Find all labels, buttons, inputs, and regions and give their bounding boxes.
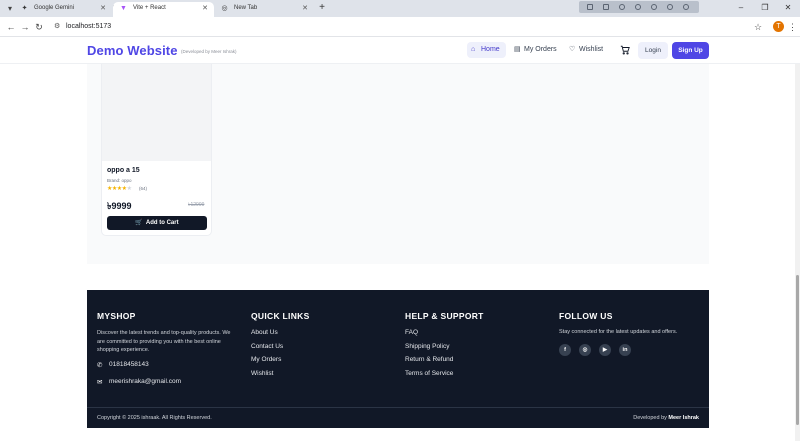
- tab-title: New Tab: [234, 5, 258, 11]
- footer-follow-heading: FOLLOW US: [559, 311, 613, 321]
- footer-link-terms[interactable]: Terms of Service: [405, 370, 453, 377]
- nav-orders-label: My Orders: [524, 46, 557, 53]
- nav-wishlist-label: Wishlist: [579, 46, 604, 53]
- developer-name: Meer Ishrak: [668, 415, 699, 421]
- add-to-cart-button[interactable]: 🛒 Add to Cart: [107, 216, 207, 230]
- heart-icon: ♡: [569, 46, 576, 53]
- envelope-icon: ✉: [97, 379, 103, 386]
- footer-phone-text: 01818458143: [109, 361, 149, 368]
- profile-avatar[interactable]: T: [773, 21, 784, 32]
- new-tab-button[interactable]: +: [316, 2, 328, 14]
- product-image[interactable]: [102, 64, 211, 161]
- toolbar-icon[interactable]: [635, 4, 641, 10]
- tab-vite-react[interactable]: ▼ Vite + React ✕: [113, 2, 214, 17]
- nav-my-orders[interactable]: ▤ My Orders: [510, 42, 560, 58]
- browser-menu-icon[interactable]: ⋮: [788, 20, 797, 34]
- tab-new-tab[interactable]: ◎ New Tab ✕: [214, 2, 314, 17]
- vite-icon: ▼: [120, 5, 127, 12]
- footer-developed-by: Developed by Meer Ishrak: [633, 415, 699, 421]
- browser-tab-bar: ▾ ✦ Google Gemini ✕ ▼ Vite + React ✕ ◎ N…: [0, 0, 800, 17]
- footer-email: ✉ meerishraka@gmail.com: [97, 378, 181, 386]
- browser-address-bar: ← → ↻ ⚙ localhost:5173 ☆ T ⋮: [0, 17, 800, 37]
- nav-home-label: Home: [481, 46, 500, 53]
- globe-icon: ◎: [221, 5, 228, 12]
- login-button[interactable]: Login: [638, 42, 668, 59]
- add-to-cart-label: Add to Cart: [145, 220, 179, 226]
- site-footer: MYSHOP Discover the latest trends and to…: [87, 290, 709, 428]
- gemini-icon: ✦: [21, 5, 28, 12]
- nav-home[interactable]: ⌂ Home: [467, 42, 506, 58]
- footer-link-shipping[interactable]: Shipping Policy: [405, 343, 449, 350]
- product-title[interactable]: oppo a 15: [107, 167, 140, 174]
- site-logo[interactable]: Demo Website: [87, 43, 178, 58]
- nav-wishlist[interactable]: ♡ Wishlist: [565, 42, 607, 58]
- toolbar-icon[interactable]: [651, 4, 657, 10]
- site-info-icon[interactable]: ⚙: [54, 22, 63, 31]
- phone-icon: ✆: [97, 362, 103, 369]
- footer-help-heading: HELP & SUPPORT: [405, 311, 484, 321]
- footer-link-returns[interactable]: Return & Refund: [405, 356, 453, 363]
- footer-quick-links-heading: QUICK LINKS: [251, 311, 310, 321]
- close-tab-icon[interactable]: ✕: [302, 2, 308, 15]
- product-old-price: ৳12999: [188, 202, 205, 208]
- logo-subtitle: (Developed by Meer Ishrak): [181, 49, 237, 54]
- floating-toolbar[interactable]: [579, 1, 699, 13]
- cart-icon: 🛒: [135, 220, 143, 226]
- close-window-icon[interactable]: ✕: [780, 1, 796, 15]
- minimize-icon[interactable]: –: [733, 1, 749, 15]
- tab-title: Vite + React: [133, 5, 166, 11]
- back-arrow-icon[interactable]: ←: [4, 20, 18, 34]
- footer-divider: [87, 407, 709, 408]
- tab-google-gemini[interactable]: ✦ Google Gemini ✕: [14, 2, 112, 17]
- home-icon: ⌂: [471, 46, 476, 53]
- cart-icon[interactable]: [618, 42, 632, 58]
- facebook-icon[interactable]: f: [559, 344, 571, 356]
- product-rating: ★★★★★: [107, 185, 132, 192]
- product-card[interactable]: oppo a 15 Brand: oppo ★★★★★ (64) ৳9999 ৳…: [101, 64, 212, 236]
- restore-icon[interactable]: ❐: [757, 1, 773, 15]
- toolbar-icon[interactable]: [603, 4, 609, 10]
- youtube-icon[interactable]: ▶: [599, 344, 611, 356]
- instagram-icon[interactable]: ◎: [579, 344, 591, 356]
- bookmark-star-icon[interactable]: ☆: [752, 20, 764, 34]
- forward-arrow-icon[interactable]: →: [18, 20, 32, 34]
- footer-email-text: meerishraka@gmail.com: [109, 378, 181, 385]
- close-tab-icon[interactable]: ✕: [100, 2, 106, 15]
- review-count: (64): [139, 186, 148, 191]
- product-brand: Brand: oppo: [107, 178, 132, 183]
- footer-follow-text: Stay connected for the latest updates an…: [559, 329, 678, 335]
- url-field[interactable]: ⚙ localhost:5173: [50, 19, 770, 35]
- toolbar-icon[interactable]: [619, 4, 625, 10]
- developed-by-prefix: Developed by: [633, 415, 669, 421]
- star-empty-icon: ★: [126, 186, 132, 192]
- footer-link-faq[interactable]: FAQ: [405, 329, 418, 336]
- linkedin-icon[interactable]: in: [619, 344, 631, 356]
- tab-title: Google Gemini: [34, 5, 75, 11]
- toolbar-icon[interactable]: [587, 4, 593, 10]
- footer-phone: ✆ 01818458143: [97, 361, 149, 369]
- orders-icon: ▤: [514, 46, 521, 53]
- toolbar-icon[interactable]: [683, 4, 689, 10]
- url-text[interactable]: localhost:5173: [66, 19, 111, 35]
- reload-icon[interactable]: ↻: [32, 20, 46, 34]
- toolbar-icon[interactable]: [667, 4, 673, 10]
- footer-shop-heading: MYSHOP: [97, 311, 136, 321]
- footer-shop-text: Discover the latest trends and top-quali…: [97, 330, 231, 353]
- site-header: Demo Website (Developed by Meer Ishrak) …: [0, 37, 800, 64]
- footer-copyright: Copyright © 2025 ishraak. All Rights Res…: [97, 415, 212, 421]
- footer-link-about[interactable]: About Us: [251, 329, 278, 336]
- product-price: ৳9999: [107, 201, 132, 211]
- footer-link-wishlist[interactable]: Wishlist: [251, 370, 273, 377]
- footer-link-contact[interactable]: Contact Us: [251, 343, 283, 350]
- footer-link-orders[interactable]: My Orders: [251, 356, 281, 363]
- page-scrollbar-thumb[interactable]: [796, 275, 799, 425]
- close-tab-icon[interactable]: ✕: [202, 2, 208, 15]
- signup-button[interactable]: Sign Up: [672, 42, 709, 59]
